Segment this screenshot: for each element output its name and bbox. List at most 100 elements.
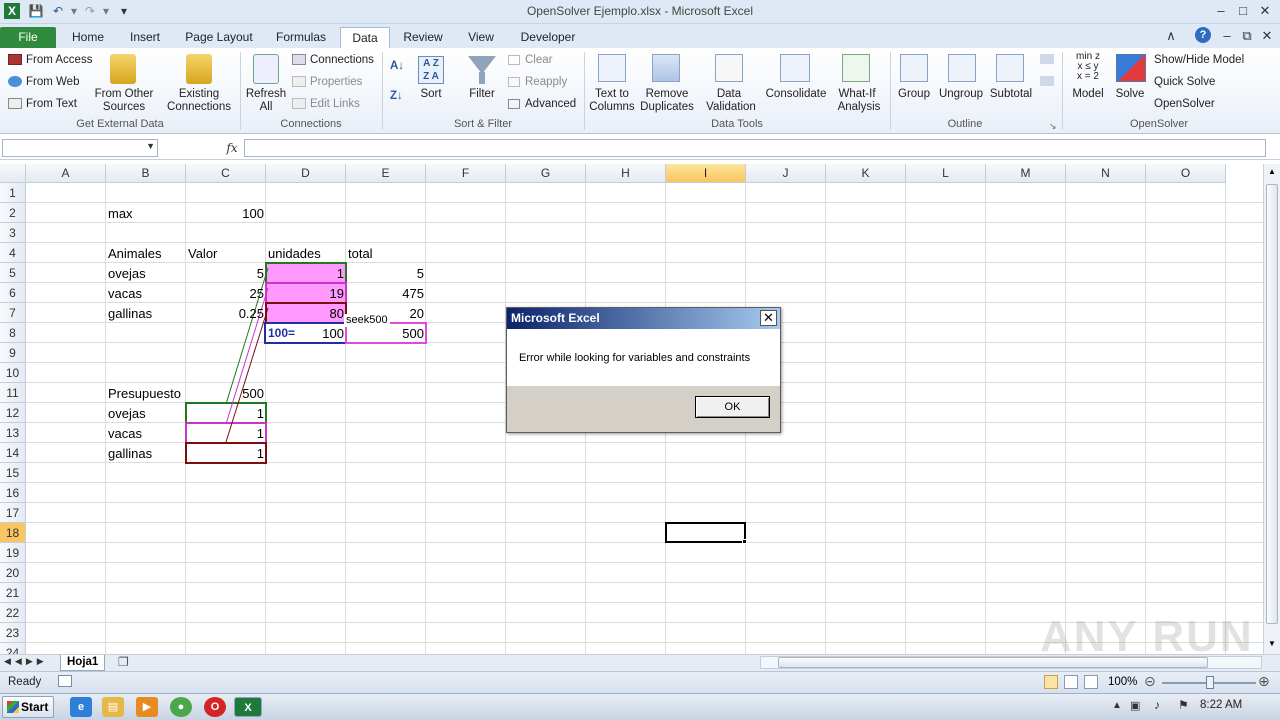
cell-d7[interactable]: 80 — [266, 304, 346, 323]
connections-button[interactable]: Connections — [310, 54, 374, 67]
tab-view[interactable]: View — [458, 27, 504, 48]
tab-data[interactable]: Data — [340, 27, 390, 48]
from-access-button[interactable]: From Access — [26, 54, 92, 67]
reapply-button[interactable]: Reapply — [525, 76, 567, 89]
volume-icon[interactable]: ♪ — [1154, 698, 1160, 712]
cell-d5[interactable]: 1 — [266, 264, 346, 283]
from-other-sources-line1[interactable]: From Other — [92, 88, 156, 101]
cell-e4[interactable]: total — [346, 244, 375, 263]
tab-formulas[interactable]: Formulas — [270, 27, 332, 48]
insert-sheet-icon[interactable]: ❐ — [118, 655, 129, 669]
dialog-close-icon[interactable]: ✕ — [760, 310, 777, 326]
sheet-nav-icons[interactable]: ◀◀▶▶ — [4, 656, 48, 667]
active-cell-i18[interactable] — [665, 522, 746, 543]
tab-file[interactable]: File — [0, 27, 56, 48]
cell-c4[interactable]: Valor — [186, 244, 219, 263]
tab-developer[interactable]: Developer — [514, 27, 582, 48]
sort-za-icon[interactable]: Z↓ — [390, 90, 403, 103]
dialog-launcher-icon[interactable]: ↘ — [1049, 120, 1057, 133]
scroll-up-icon[interactable]: ▲ — [1266, 166, 1278, 178]
show-hide-model-button[interactable]: Show/Hide Model — [1154, 54, 1244, 67]
vertical-scroll-thumb[interactable] — [1266, 184, 1278, 624]
name-box[interactable]: ▼ — [2, 139, 158, 157]
cell-d6[interactable]: 19 — [266, 284, 346, 303]
text-to-columns-line2[interactable]: Columns — [588, 101, 636, 114]
cell-b2[interactable]: max — [106, 204, 135, 223]
existing-connections-line2[interactable]: Connections — [164, 101, 234, 114]
formula-input[interactable] — [244, 139, 1266, 157]
properties-button[interactable]: Properties — [310, 76, 362, 89]
ok-button[interactable]: OK — [695, 396, 770, 418]
cell-b11[interactable]: Presupuesto — [106, 384, 183, 403]
from-text-button[interactable]: From Text — [26, 98, 77, 111]
cell-c12[interactable]: 1 — [186, 404, 266, 423]
tab-insert[interactable]: Insert — [122, 27, 168, 48]
opensolver-menu-button[interactable]: OpenSolver — [1154, 98, 1215, 111]
chrome-icon[interactable]: ● — [170, 697, 192, 717]
advanced-button[interactable]: Advanced — [525, 98, 576, 111]
minimize-icon[interactable]: – — [1210, 2, 1232, 20]
maximize-icon[interactable]: □ — [1232, 2, 1254, 20]
action-center-flag-icon[interactable]: ⚑ — [1178, 698, 1189, 712]
cell-c2[interactable]: 100 — [186, 204, 266, 223]
show-detail-icon[interactable] — [1040, 54, 1054, 64]
remove-duplicates-line2[interactable]: Duplicates — [638, 101, 696, 114]
tab-page-layout[interactable]: Page Layout — [180, 27, 258, 48]
tab-review[interactable]: Review — [398, 27, 448, 48]
help-icon[interactable]: ? — [1195, 27, 1211, 43]
zoom-level[interactable]: 100% — [1108, 676, 1137, 688]
group-button[interactable]: Group — [894, 88, 934, 101]
zoom-out-icon[interactable]: ⊝ — [1144, 673, 1156, 690]
close-icon[interactable]: ✕ — [1254, 2, 1276, 20]
sort-button[interactable]: Sort — [412, 88, 450, 101]
cell-c14[interactable]: 1 — [186, 444, 266, 463]
remove-duplicates-line1[interactable]: Remove — [638, 88, 696, 101]
ungroup-button[interactable]: Ungroup — [934, 88, 988, 101]
from-other-sources-line2[interactable]: Sources — [92, 101, 156, 114]
macro-record-icon[interactable] — [58, 675, 72, 687]
what-if-line2[interactable]: Analysis — [830, 101, 888, 114]
fill-handle[interactable] — [742, 539, 747, 544]
name-box-dropdown-icon[interactable]: ▼ — [146, 141, 155, 151]
consolidate-button[interactable]: Consolidate — [762, 88, 830, 101]
cell-d4[interactable]: unidades — [266, 244, 323, 263]
cell-b14[interactable]: gallinas — [106, 444, 154, 463]
model-button[interactable]: Model — [1066, 88, 1110, 101]
cell-e6[interactable]: 475 — [346, 284, 426, 303]
normal-view-icon[interactable] — [1044, 675, 1058, 689]
page-break-view-icon[interactable] — [1084, 675, 1098, 689]
from-web-button[interactable]: From Web — [26, 76, 79, 89]
hide-detail-icon[interactable] — [1040, 76, 1054, 86]
workbook-minimize-icon[interactable]: – — [1216, 27, 1238, 45]
cell-d8[interactable]: 100 — [266, 324, 346, 343]
existing-connections-line1[interactable]: Existing — [164, 88, 234, 101]
network-icon[interactable]: ▣ — [1130, 699, 1140, 712]
sheet-tab-hoja1[interactable]: Hoja1 — [60, 655, 106, 671]
data-validation-line2[interactable]: Validation — [700, 101, 762, 114]
cell-b7[interactable]: gallinas — [106, 304, 154, 323]
refresh-all-line2[interactable]: All — [244, 101, 288, 114]
tab-home[interactable]: Home — [66, 27, 110, 48]
sort-az-icon[interactable]: A↓ — [390, 60, 404, 73]
workbook-restore-icon[interactable]: ⧉ — [1236, 27, 1258, 45]
cell-e8[interactable]: 500 — [346, 324, 426, 343]
media-player-icon[interactable]: ▶ — [136, 697, 158, 717]
insert-function-icon[interactable]: fx — [222, 139, 242, 157]
text-to-columns-line1[interactable]: Text to — [588, 88, 636, 101]
vertical-scrollbar[interactable]: ▲ ▼ — [1263, 164, 1280, 656]
edit-links-button[interactable]: Edit Links — [310, 98, 360, 111]
workbook-close-icon[interactable]: ✕ — [1256, 27, 1278, 45]
cell-c7[interactable]: 0.25 — [186, 304, 266, 323]
cell-c5[interactable]: 5 — [186, 264, 266, 283]
cell-b4[interactable]: Animales — [106, 244, 163, 263]
taskbar-clock[interactable]: 8:22 AM — [1200, 699, 1242, 711]
start-button[interactable]: Start — [2, 696, 54, 718]
cell-b13[interactable]: vacas — [106, 424, 144, 443]
what-if-line1[interactable]: What-If — [830, 88, 884, 101]
folder-icon[interactable]: ▤ — [102, 697, 124, 717]
subtotal-button[interactable]: Subtotal — [986, 88, 1036, 101]
quick-solve-button[interactable]: Quick Solve — [1154, 76, 1215, 89]
data-validation-line1[interactable]: Data — [700, 88, 758, 101]
cell-c6[interactable]: 25 — [186, 284, 266, 303]
tray-expand-icon[interactable]: ▲ — [1112, 700, 1122, 711]
